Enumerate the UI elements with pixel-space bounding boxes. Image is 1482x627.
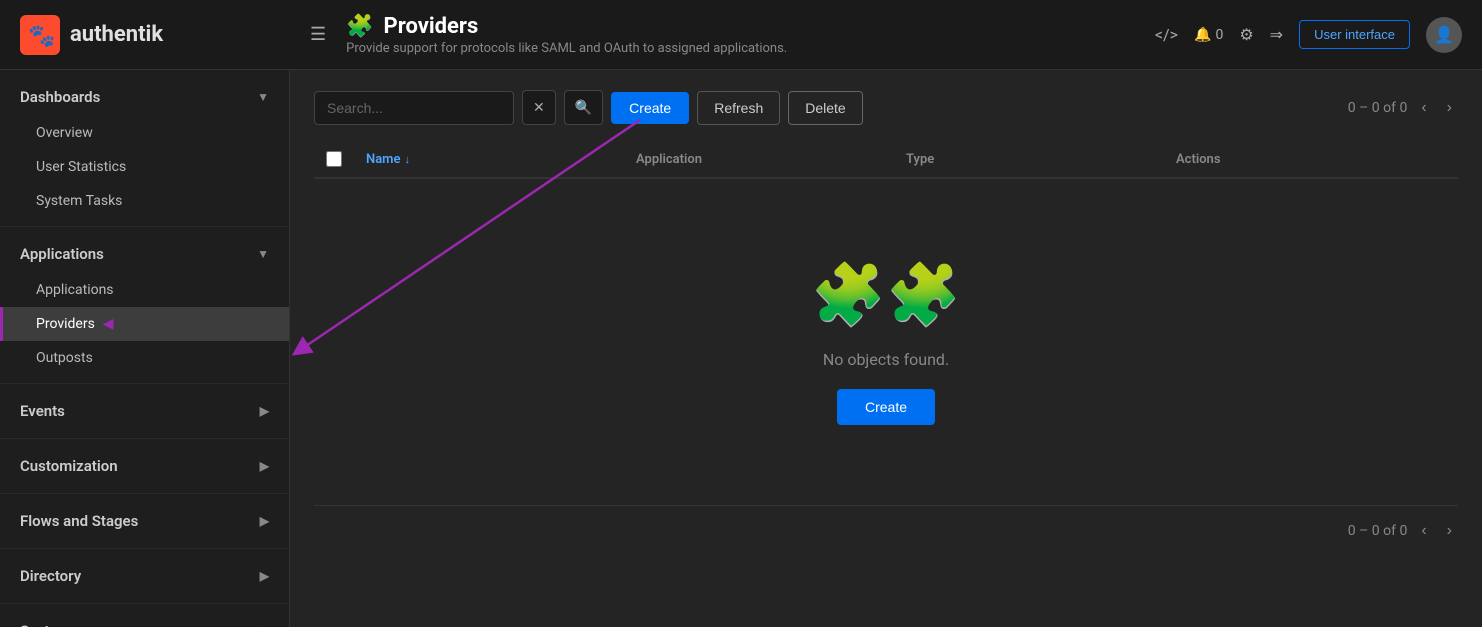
sidebar-events-label: Events <box>20 402 65 420</box>
sidebar-dashboards-label: Dashboards <box>20 88 100 106</box>
table-col-application: Application <box>636 151 906 167</box>
empty-state-icon: 🧩🧩 <box>811 259 960 330</box>
header-actions: </> 🔔 0 ⚙ ⇒ User interface 👤 <box>1155 17 1462 53</box>
authentik-logo-icon: 🐾 <box>20 15 60 55</box>
notification-count: 0 <box>1215 27 1223 43</box>
toolbar: ✕ 🔍 Create Refresh Delete 0 – 0 of 0 ‹ › <box>314 90 1458 125</box>
page-title-icon: 🧩 <box>346 14 373 39</box>
avatar[interactable]: 👤 <box>1426 17 1462 53</box>
pagination-text-top: 0 – 0 of 0 <box>1348 100 1408 116</box>
sidebar-section-dashboards: Dashboards ▼ Overview User Statistics Sy… <box>0 70 289 227</box>
sidebar-flows-label: Flows and Stages <box>20 512 138 530</box>
sidebar-customization-label: Customization <box>20 457 118 475</box>
content-area: ✕ 🔍 Create Refresh Delete 0 – 0 of 0 ‹ ›… <box>290 70 1482 627</box>
delete-button[interactable]: Delete <box>788 91 862 125</box>
sidebar-system-label: System <box>20 622 70 627</box>
page-subtitle: Provide support for protocols like SAML … <box>346 41 1155 56</box>
sidebar-applications-label: Applications <box>20 245 104 263</box>
sidebar-item-user-statistics[interactable]: User Statistics <box>0 150 289 184</box>
prev-page-button-top[interactable]: ‹ <box>1415 95 1432 121</box>
sidebar-item-overview[interactable]: Overview <box>0 116 289 150</box>
page-header-content: 🧩 Providers Provide support for protocol… <box>346 14 1155 56</box>
chevron-right-icon-events: ▶ <box>260 404 269 418</box>
top-header: 🐾 authentik ☰ 🧩 Providers Provide suppor… <box>0 0 1482 70</box>
sidebar-section-customization: Customization ▶ <box>0 439 289 494</box>
sidebar-section-flows: Flows and Stages ▶ <box>0 494 289 549</box>
logo-area: 🐾 authentik <box>20 15 310 55</box>
sidebar-dashboards-header[interactable]: Dashboards ▼ <box>0 78 289 116</box>
sidebar-item-outposts[interactable]: Outposts <box>0 341 289 375</box>
chevron-right-icon-custom: ▶ <box>260 459 269 473</box>
clear-search-button[interactable]: ✕ <box>522 90 556 125</box>
main-layout: Dashboards ▼ Overview User Statistics Sy… <box>0 70 1482 627</box>
settings-icon[interactable]: ⚙ <box>1239 25 1253 44</box>
notification-area[interactable]: 🔔 0 <box>1194 27 1223 43</box>
sidebar-system-header[interactable]: System ▶ <box>0 612 289 627</box>
page-title: 🧩 Providers <box>346 14 1155 39</box>
logout-icon[interactable]: ⇒ <box>1270 25 1283 44</box>
page-title-text: Providers <box>384 14 479 39</box>
pagination-bottom: 0 – 0 of 0 ‹ › <box>314 505 1458 548</box>
empty-state: 🧩🧩 No objects found. Create <box>314 179 1458 505</box>
bell-icon: 🔔 <box>1194 27 1211 43</box>
sidebar-events-header[interactable]: Events ▶ <box>0 392 289 430</box>
table-header: Name ↓ Application Type Actions <box>314 141 1458 179</box>
table-checkbox-header[interactable] <box>326 151 366 167</box>
chevron-down-icon-apps: ▼ <box>257 247 269 261</box>
table-col-name[interactable]: Name ↓ <box>366 151 636 167</box>
sidebar-section-events: Events ▶ <box>0 384 289 439</box>
sidebar-customization-header[interactable]: Customization ▶ <box>0 447 289 485</box>
next-page-button-bottom[interactable]: › <box>1441 518 1458 544</box>
refresh-button[interactable]: Refresh <box>697 91 780 125</box>
code-icon[interactable]: </> <box>1155 25 1178 44</box>
active-arrow-icon: ◀ <box>103 316 114 332</box>
avatar-image: 👤 <box>1434 25 1454 44</box>
chevron-down-icon: ▼ <box>257 90 269 104</box>
pagination-text-bottom: 0 – 0 of 0 <box>1348 523 1408 539</box>
svg-text:🐾: 🐾 <box>28 24 55 49</box>
logo-text: authentik <box>70 22 163 47</box>
table-col-type: Type <box>906 151 1176 167</box>
chevron-right-icon-dir: ▶ <box>260 569 269 583</box>
prev-page-button-bottom[interactable]: ‹ <box>1415 518 1432 544</box>
search-input[interactable] <box>314 91 514 125</box>
sidebar-item-applications[interactable]: Applications <box>0 273 289 307</box>
create-empty-button[interactable]: Create <box>837 389 935 425</box>
providers-table: Name ↓ Application Type Actions 🧩🧩 No ob… <box>314 141 1458 505</box>
sidebar-flows-header[interactable]: Flows and Stages ▶ <box>0 502 289 540</box>
sidebar: Dashboards ▼ Overview User Statistics Sy… <box>0 70 290 627</box>
sidebar-directory-label: Directory <box>20 567 81 585</box>
hamburger-menu[interactable]: ☰ <box>310 24 326 45</box>
pagination-top: 0 – 0 of 0 ‹ › <box>1348 95 1458 121</box>
sidebar-directory-header[interactable]: Directory ▶ <box>0 557 289 595</box>
next-page-button-top[interactable]: › <box>1441 95 1458 121</box>
empty-state-message: No objects found. <box>823 350 949 369</box>
sidebar-section-system: System ▶ <box>0 604 289 627</box>
sidebar-item-providers[interactable]: Providers ◀ <box>0 307 289 341</box>
sidebar-applications-header[interactable]: Applications ▼ <box>0 235 289 273</box>
sidebar-item-system-tasks[interactable]: System Tasks <box>0 184 289 218</box>
sidebar-section-directory: Directory ▶ <box>0 549 289 604</box>
search-button[interactable]: 🔍 <box>564 90 603 125</box>
user-interface-button[interactable]: User interface <box>1299 20 1410 49</box>
sort-down-icon: ↓ <box>404 153 410 166</box>
select-all-checkbox[interactable] <box>326 151 342 167</box>
table-col-actions: Actions <box>1176 151 1446 167</box>
sidebar-section-applications: Applications ▼ Applications Providers ◀ … <box>0 227 289 384</box>
create-button[interactable]: Create <box>611 92 689 124</box>
chevron-right-icon-flows: ▶ <box>260 514 269 528</box>
